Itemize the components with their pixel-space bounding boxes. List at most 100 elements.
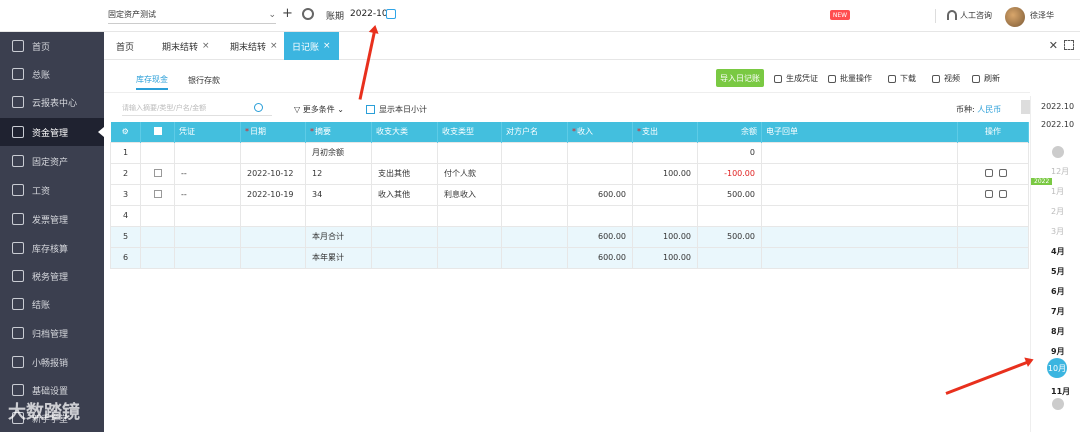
table-row[interactable]: 5 本月合计 600.00 100.00 500.00 — [110, 225, 1029, 248]
receipt-cell — [761, 204, 958, 227]
month-item[interactable]: 11月 — [1051, 386, 1070, 397]
sidebar-item-tax[interactable]: 税务管理 — [0, 262, 104, 290]
scroll-up-icon[interactable] — [1052, 146, 1064, 158]
month-item[interactable]: 9月 — [1051, 346, 1065, 357]
username[interactable]: 徐泽华 — [1030, 10, 1054, 21]
sidebar-item-label: 小畅报销 — [32, 358, 69, 369]
link-icon[interactable] — [985, 168, 993, 177]
subtab-bank[interactable]: 银行存款 — [188, 70, 220, 90]
sidebar-item-inventory[interactable]: 库存核算 — [0, 234, 104, 262]
sidebar-item-reimburse[interactable]: 小畅报销 — [0, 348, 104, 376]
sidebar-item-report-center[interactable]: 云报表中心 — [0, 88, 104, 116]
month-item[interactable]: 1月 — [1051, 186, 1064, 197]
actions-cell[interactable] — [957, 246, 1029, 269]
calendar-icon[interactable] — [386, 9, 396, 19]
video-button[interactable]: 视频 — [932, 73, 960, 84]
sidebar-item-funds[interactable]: 资金管理 — [0, 118, 104, 146]
checkbox[interactable] — [366, 105, 375, 114]
voucher-cell — [174, 204, 241, 227]
import-journal-button[interactable]: 导入日记账 — [716, 69, 764, 87]
checkbox[interactable] — [153, 189, 162, 198]
table-row[interactable]: 6 本年累计 600.00 100.00 — [110, 246, 1029, 269]
sidebar-item-salary[interactable]: 工资 — [0, 176, 104, 204]
balance-cell — [697, 204, 762, 227]
sidebar-item-invoice[interactable]: 发票管理 — [0, 205, 104, 233]
month-prev-year-12[interactable]: 12月 — [1051, 166, 1069, 177]
period-value[interactable]: 2022-10 — [350, 9, 388, 19]
table-row[interactable]: 4 — [110, 204, 1029, 227]
month-item[interactable]: 6月 — [1051, 286, 1065, 297]
actions-cell[interactable] — [957, 225, 1029, 248]
company-select[interactable]: 固定资产测试 ⌄ — [108, 6, 276, 24]
download-button[interactable]: 下载 — [888, 73, 916, 84]
period-from[interactable]: 2022.10 — [1041, 102, 1074, 111]
month-item[interactable]: 8月 — [1051, 326, 1065, 337]
month-item[interactable]: 3月 — [1051, 226, 1064, 237]
month-selected[interactable]: 10月 — [1047, 358, 1067, 378]
batch-ops-button[interactable]: 批量操作 — [828, 73, 872, 84]
table-row[interactable]: 2 -- 2022-10-12 12 支出其他 付个人款 100.00 -100.00 — [110, 162, 1029, 185]
sidebar-item-fixed-assets[interactable]: 固定资产 — [0, 147, 104, 175]
watermark: 大数踏镜 — [8, 402, 80, 423]
gear-icon[interactable] — [302, 8, 314, 20]
month-item[interactable]: 2月 — [1051, 206, 1064, 217]
search-input[interactable]: 请输入摘要/类型/户名/金额 — [122, 100, 272, 116]
close-icon[interactable]: × — [202, 41, 210, 51]
sidebar-item-label: 首页 — [32, 42, 51, 53]
gear-icon[interactable]: ⚙ — [122, 127, 129, 136]
avatar[interactable] — [1005, 7, 1025, 27]
link-icon[interactable] — [985, 189, 993, 198]
row-checkbox[interactable] — [140, 183, 175, 206]
sidebar-item-archive[interactable]: 归档管理 — [0, 319, 104, 347]
checkbox[interactable] — [153, 168, 162, 177]
refresh-button[interactable]: 刷新 — [972, 73, 1000, 84]
actions-cell[interactable] — [957, 141, 1029, 164]
close-all-icon[interactable]: ✕ — [1049, 39, 1058, 52]
tab-period-end-2[interactable]: 期末结转 × — [230, 32, 278, 60]
actions-cell[interactable] — [957, 162, 1029, 185]
sidebar-item-label: 总账 — [32, 70, 51, 81]
sidebar-item-ledger[interactable]: 总账 — [0, 60, 104, 88]
support-link[interactable]: 人工咨询 — [960, 10, 992, 21]
category-cell — [371, 204, 438, 227]
month-item[interactable]: 4月 — [1051, 246, 1065, 257]
delete-icon[interactable] — [999, 189, 1007, 198]
currency-select[interactable]: 币种: 人民币 — [956, 104, 1001, 115]
row-checkbox[interactable] — [140, 246, 175, 269]
table-row[interactable]: 1 月初余额 0 — [110, 141, 1029, 164]
close-icon[interactable]: × — [270, 41, 278, 51]
row-checkbox[interactable] — [140, 141, 175, 164]
actions-cell[interactable] — [957, 204, 1029, 227]
column-party: 对方户名 — [501, 122, 568, 142]
sidebar-item-home[interactable]: 首页 — [0, 32, 104, 60]
table-row[interactable]: 3 -- 2022-10-19 34 收入其他 利息收入 600.00 500.00 — [110, 183, 1029, 206]
row-checkbox[interactable] — [140, 162, 175, 185]
show-daily-checkbox[interactable]: 显示本日小计 — [366, 104, 427, 115]
tab-home[interactable]: 首页 — [116, 32, 134, 60]
column-select-all[interactable] — [140, 122, 175, 142]
panel-toggle-handle[interactable] — [1021, 100, 1030, 114]
actions-cell[interactable] — [957, 183, 1029, 206]
subtab-cash[interactable]: 库存现金 — [136, 70, 168, 90]
more-filters-button[interactable]: ▽ 更多条件 ⌄ — [294, 104, 344, 115]
search-icon[interactable] — [254, 103, 263, 112]
tab-journal[interactable]: 日记账 × — [284, 32, 339, 60]
select-all-checkbox[interactable] — [153, 126, 162, 135]
sidebar-item-closing[interactable]: 结账 — [0, 290, 104, 318]
period-to[interactable]: 2022.10 — [1041, 120, 1074, 129]
tab-period-end-1[interactable]: 期末结转 × — [162, 32, 210, 60]
close-icon[interactable]: × — [323, 41, 331, 51]
headset-icon[interactable] — [947, 10, 957, 20]
row-checkbox[interactable] — [140, 204, 175, 227]
row-checkbox[interactable] — [140, 225, 175, 248]
new-badge[interactable]: NEW — [830, 10, 850, 20]
month-item[interactable]: 5月 — [1051, 266, 1065, 277]
currency-value[interactable]: 人民币 — [977, 105, 1001, 114]
fullscreen-icon[interactable] — [1064, 40, 1074, 50]
delete-icon[interactable] — [999, 168, 1007, 177]
add-icon[interactable]: + — [282, 6, 293, 22]
scroll-down-icon[interactable] — [1052, 398, 1064, 410]
month-item[interactable]: 7月 — [1051, 306, 1065, 317]
generate-voucher-button[interactable]: 生成凭证 — [774, 73, 818, 84]
column-settings[interactable]: ⚙ — [110, 122, 141, 142]
